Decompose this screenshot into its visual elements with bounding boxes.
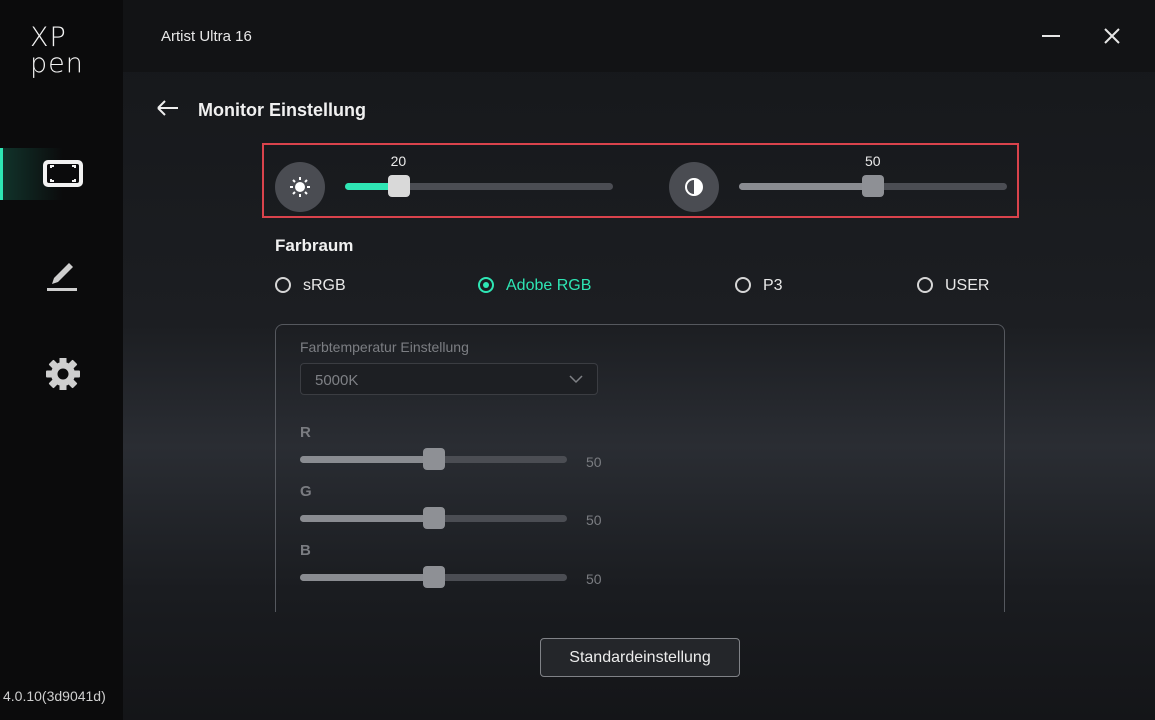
- channel-g-label: G: [300, 483, 312, 500]
- app-title: Artist Ultra 16: [161, 28, 252, 45]
- dropdown-value: 5000K: [315, 372, 359, 389]
- reset-defaults-button[interactable]: Standardeinstellung: [540, 638, 740, 677]
- radio-label: USER: [945, 277, 990, 294]
- page-title: Monitor Einstellung: [198, 100, 366, 120]
- sidebar-item-settings[interactable]: [0, 348, 123, 400]
- xppen-logo: XP pen: [30, 24, 90, 80]
- contrast-value: 50: [865, 153, 881, 169]
- version-text: 4.0.10(3d9041d): [3, 688, 106, 704]
- radio-circle: [275, 277, 291, 293]
- channel-r-value: 50: [586, 454, 602, 470]
- sun-icon: [275, 162, 325, 212]
- channel-g-thumb[interactable]: [422, 507, 445, 529]
- titlebar: Artist Ultra 16: [123, 0, 1155, 72]
- channel-r-fill: [300, 456, 434, 463]
- color-temperature-label: Farbtemperatur Einstellung: [300, 339, 469, 355]
- channel-r-thumb[interactable]: [422, 448, 445, 470]
- minimize-button[interactable]: [1037, 22, 1065, 50]
- channel-r-label: R: [300, 424, 311, 441]
- logo-bottom: pen: [30, 48, 84, 79]
- back-button[interactable]: [155, 97, 181, 119]
- contrast-fill: [739, 183, 873, 190]
- contrast-slider[interactable]: [739, 175, 1007, 197]
- radio-label: sRGB: [303, 277, 346, 294]
- color-temperature-panel: Farbtemperatur Einstellung 5000K R 50 G …: [275, 324, 1005, 612]
- arrow-left-icon: [157, 100, 178, 116]
- brightness-thumb[interactable]: [387, 175, 410, 197]
- radio-label: P3: [763, 277, 783, 294]
- sidebar-item-pen[interactable]: [0, 250, 123, 302]
- channel-g-value: 50: [586, 512, 602, 528]
- logo-top: XP: [30, 22, 67, 53]
- radio-circle: [735, 277, 751, 293]
- minimize-icon: [1042, 35, 1060, 37]
- pen-icon: [47, 263, 77, 291]
- color-temperature-dropdown[interactable]: 5000K: [300, 363, 598, 395]
- radio-circle: [917, 277, 933, 293]
- radio-label: Adobe RGB: [506, 277, 592, 294]
- sidebar: XP pen 4.0.10(3d9041d): [0, 0, 123, 720]
- channel-b-fill: [300, 574, 434, 581]
- contrast-icon: [669, 162, 719, 212]
- brightness-slider[interactable]: [345, 175, 613, 197]
- close-button[interactable]: [1098, 22, 1126, 50]
- channel-b-thumb[interactable]: [422, 566, 445, 588]
- sidebar-item-display[interactable]: [0, 148, 123, 200]
- channel-b-label: B: [300, 542, 311, 559]
- main-area: Artist Ultra 16 Monitor Einstellung 20 5…: [123, 0, 1155, 720]
- chevron-down-icon: [569, 375, 583, 384]
- radio-circle: [478, 277, 494, 293]
- channel-r-slider[interactable]: [300, 448, 567, 470]
- brightness-value: 20: [390, 153, 407, 169]
- channel-g-slider[interactable]: [300, 507, 567, 529]
- channel-b-slider[interactable]: [300, 566, 567, 588]
- contrast-thumb[interactable]: [862, 175, 884, 197]
- channel-g-fill: [300, 515, 434, 522]
- colorspace-label: Farbraum: [275, 236, 354, 255]
- gear-icon: [46, 358, 80, 390]
- channel-b-value: 50: [586, 571, 602, 587]
- brightness-contrast-group: 20 50: [262, 143, 1019, 218]
- close-icon: [1104, 28, 1120, 44]
- display-icon: [43, 160, 83, 187]
